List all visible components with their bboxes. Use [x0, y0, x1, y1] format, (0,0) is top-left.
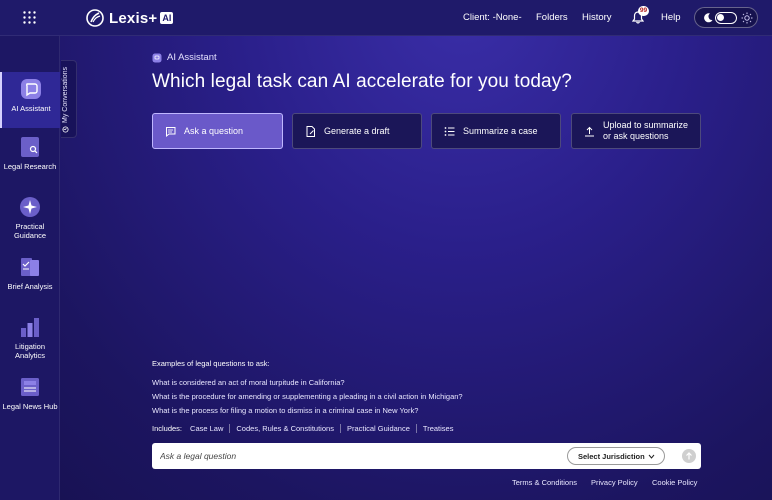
draft-icon: [306, 125, 315, 137]
legal-news-hub-icon: [21, 378, 39, 396]
client-selector[interactable]: Client: -None-: [463, 12, 522, 23]
litigation-analytics-icon: [21, 318, 39, 337]
chevron-down-icon: [648, 454, 655, 459]
includes-sources: Includes: Case Law Codes, Rules & Consti…: [152, 424, 453, 433]
send-button[interactable]: [682, 449, 696, 463]
example-question-2[interactable]: What is the procedure for amending or su…: [152, 392, 463, 401]
task-label: Generate a draft: [324, 126, 390, 136]
ai-assistant-small-icon: [152, 53, 162, 62]
example-question-3[interactable]: What is the process for filing a motion …: [152, 406, 418, 415]
sun-icon: [741, 12, 753, 24]
sidebar-item-brief-analysis[interactable]: Brief Analysis: [0, 256, 60, 291]
sidebar-item-legal-research[interactable]: Legal Research: [0, 136, 60, 171]
task-label: Upload to summarize or ask questions: [603, 120, 688, 142]
task-summarize-case-button[interactable]: Summarize a case: [431, 113, 561, 149]
legal-research-icon: [21, 137, 39, 157]
my-conversations-tab[interactable]: My Conversations: [61, 60, 77, 138]
task-generate-draft-button[interactable]: Generate a draft: [292, 113, 422, 149]
sidebar: AI Assistant Legal Research Practical Gu…: [0, 36, 60, 500]
source-case-law: Case Law: [190, 424, 224, 433]
my-conversations-label: My Conversations: [62, 61, 69, 133]
brief-analysis-icon: [21, 258, 39, 276]
history-icon: [62, 126, 69, 133]
upload-label-line2: or ask questions: [603, 131, 669, 141]
task-label: Summarize a case: [463, 126, 538, 136]
task-ask-question-button[interactable]: Ask a question: [152, 113, 283, 149]
cookie-link[interactable]: Cookie Policy: [652, 478, 697, 487]
list-icon: [444, 126, 455, 136]
sidebar-label: AI Assistant: [11, 104, 51, 113]
includes-label: Includes:: [152, 424, 183, 433]
sidebar-item-practical-guidance[interactable]: Practical Guidance: [0, 196, 60, 240]
lexis-logo[interactable]: Lexis+ AI: [86, 8, 174, 28]
assistant-label-text: AI Assistant: [167, 52, 217, 63]
theme-switch[interactable]: [715, 12, 737, 24]
sidebar-label: Legal News Hub: [2, 402, 58, 411]
examples-title: Examples of legal questions to ask:: [152, 359, 270, 368]
divider: [415, 424, 417, 433]
terms-link[interactable]: Terms & Conditions: [512, 478, 577, 487]
source-treatises: Treatises: [422, 424, 454, 433]
sidebar-label: Litigation Analytics: [14, 342, 46, 360]
app-grid-icon[interactable]: [23, 11, 36, 24]
task-label: Ask a question: [184, 126, 244, 136]
example-question-1[interactable]: What is considered an act of moral turpi…: [152, 378, 345, 387]
history-link[interactable]: History: [582, 12, 612, 23]
upload-label-line1: Upload to summarize: [603, 120, 689, 130]
moon-icon: [704, 13, 713, 23]
chat-icon: [166, 126, 176, 137]
sidebar-item-litigation-analytics[interactable]: Litigation Analytics: [0, 316, 60, 360]
top-bar: Lexis+ AI Client: -None- Folders History…: [0, 0, 772, 36]
assistant-label: AI Assistant: [152, 52, 217, 63]
sidebar-label: Legal Research: [3, 162, 57, 171]
source-codes-rules: Codes, Rules & Constitutions: [236, 424, 334, 433]
theme-toggle[interactable]: [694, 7, 758, 28]
folders-link[interactable]: Folders: [536, 12, 568, 23]
ask-question-box: Select Jurisdiction: [152, 443, 701, 469]
divider: [339, 424, 341, 433]
source-practical-guidance: Practical Guidance: [346, 424, 410, 433]
notification-count-badge: 99: [638, 6, 649, 16]
jurisdiction-label: Select Jurisdiction: [578, 451, 645, 461]
sidebar-label: Practical Guidance: [13, 222, 47, 240]
privacy-link[interactable]: Privacy Policy: [591, 478, 638, 487]
sidebar-item-ai-assistant[interactable]: AI Assistant: [0, 72, 60, 128]
ai-badge: AI: [160, 12, 174, 24]
upload-icon: [585, 126, 594, 136]
sidebar-item-legal-news-hub[interactable]: Legal News Hub: [0, 376, 60, 411]
task-upload-button[interactable]: Upload to summarize or ask questions: [571, 113, 701, 149]
sidebar-label: Brief Analysis: [7, 282, 53, 291]
ask-question-input[interactable]: [160, 449, 540, 463]
help-link[interactable]: Help: [661, 12, 681, 23]
divider: [229, 424, 231, 433]
send-arrow-icon: [686, 452, 692, 460]
lexis-logo-icon: [86, 9, 104, 27]
brand-name: Lexis+: [109, 9, 158, 27]
select-jurisdiction-dropdown[interactable]: Select Jurisdiction: [567, 447, 665, 465]
ai-assistant-icon: [21, 79, 41, 99]
practical-guidance-icon: [20, 197, 40, 217]
conversations-tab-text: My Conversations: [62, 66, 69, 123]
page-headline: Which legal task can AI accelerate for y…: [152, 71, 572, 92]
